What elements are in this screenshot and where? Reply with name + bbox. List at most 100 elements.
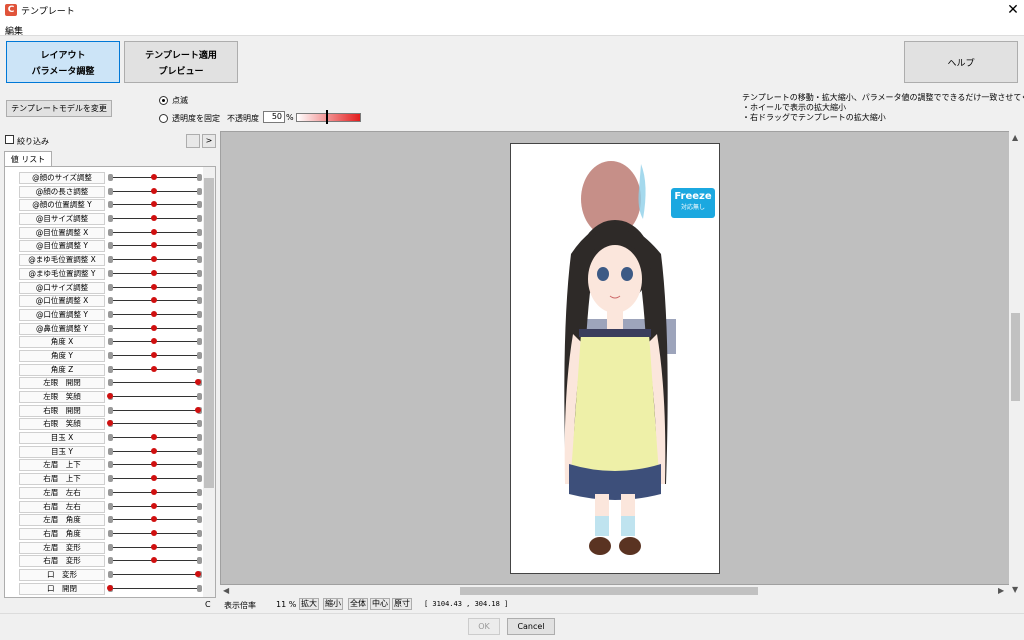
parameter-slider-knob[interactable] bbox=[151, 502, 157, 509]
parameter-name: @顔の位置調整 Y bbox=[19, 199, 105, 212]
scroll-left-icon[interactable]: ◀ bbox=[223, 586, 229, 595]
slider-min-marker bbox=[108, 502, 113, 510]
list-scrollbar-thumb[interactable] bbox=[204, 178, 214, 488]
blink-radio[interactable] bbox=[159, 96, 168, 105]
parameter-slider-track[interactable] bbox=[110, 423, 200, 425]
parameter-slider-knob[interactable] bbox=[151, 365, 157, 372]
template-preview-button[interactable]: テンプレート適用 プレビュー bbox=[124, 41, 238, 83]
slider-min-marker bbox=[108, 406, 113, 414]
zoom-out-button[interactable]: 縮小 bbox=[323, 598, 343, 610]
layout-param-button[interactable]: レイアウト パラメータ調整 bbox=[6, 41, 120, 83]
parameter-slider-knob[interactable] bbox=[151, 516, 157, 523]
parameter-slider-track[interactable] bbox=[110, 409, 200, 411]
parameter-slider-knob[interactable] bbox=[151, 434, 157, 441]
parameter-slider-knob[interactable] bbox=[151, 461, 157, 468]
parameter-slider-knob[interactable] bbox=[151, 557, 157, 564]
menu-edit[interactable]: 編集 bbox=[5, 24, 23, 37]
blink-option[interactable]: 点滅 bbox=[159, 95, 188, 106]
parameter-name: 目玉 X bbox=[19, 432, 105, 445]
zoom-in-button[interactable]: 拡大 bbox=[299, 598, 319, 610]
ok-button[interactable]: OK bbox=[468, 618, 500, 635]
horizontal-scrollbar-thumb[interactable] bbox=[460, 587, 758, 595]
slider-min-marker bbox=[108, 187, 113, 195]
parameter-slider-knob[interactable] bbox=[151, 351, 157, 358]
close-button[interactable]: ✕ bbox=[1004, 1, 1022, 19]
parameter-name: @口位置調整 X bbox=[19, 295, 105, 308]
parameter-row: @目位置調整 Y bbox=[5, 239, 203, 253]
parameter-slider-knob[interactable] bbox=[151, 228, 157, 235]
zoom-value: 11 % bbox=[276, 600, 297, 609]
parameter-slider-track[interactable] bbox=[110, 382, 200, 384]
slider-min-marker bbox=[108, 215, 113, 223]
parameter-slider-track[interactable] bbox=[110, 396, 200, 397]
filter-next-button[interactable]: > bbox=[202, 134, 216, 148]
parameter-slider-knob[interactable] bbox=[151, 269, 157, 276]
parameter-slider-knob[interactable] bbox=[151, 215, 157, 222]
help-button[interactable]: ヘルプ bbox=[904, 41, 1018, 83]
parameter-slider-knob[interactable] bbox=[151, 174, 157, 180]
opacity-slider-thumb[interactable] bbox=[326, 110, 328, 124]
parameter-slider-knob[interactable] bbox=[151, 338, 157, 345]
blink-label: 点滅 bbox=[172, 96, 188, 105]
parameter-name: 左眼 開閉 bbox=[19, 377, 105, 390]
parameter-slider-knob[interactable] bbox=[107, 584, 113, 591]
scroll-right-icon[interactable]: ▶ bbox=[998, 586, 1004, 595]
opacity-input[interactable]: 50 bbox=[263, 111, 285, 123]
instruction-line: テンプレートの移動・拡大縮小、パラメータ値の調整でできるだけ一致させてください。 bbox=[742, 93, 1024, 102]
fixed-opacity-radio[interactable] bbox=[159, 114, 168, 123]
parameter-name: 角度 Y bbox=[19, 349, 105, 362]
parameter-slider-knob[interactable] bbox=[151, 283, 157, 290]
parameter-slider-knob[interactable] bbox=[107, 393, 113, 399]
parameter-slider-knob[interactable] bbox=[151, 543, 157, 550]
slider-max-marker bbox=[197, 187, 202, 195]
parameter-slider-knob[interactable] bbox=[151, 475, 157, 482]
instruction-line: ・右ドラッグでテンプレートの拡大縮小 bbox=[742, 113, 886, 122]
parameter-slider-knob[interactable] bbox=[151, 201, 157, 208]
parameter-slider-knob[interactable] bbox=[151, 310, 157, 317]
parameter-slider-knob[interactable] bbox=[151, 488, 157, 495]
parameter-row: 口 開閉 bbox=[5, 582, 203, 596]
slider-min-marker bbox=[108, 351, 113, 359]
parameter-row: 目玉 Y bbox=[5, 445, 203, 459]
parameter-slider-knob[interactable] bbox=[151, 447, 157, 454]
fixed-opacity-option[interactable]: 透明度を固定 bbox=[159, 113, 220, 124]
parameter-slider-knob[interactable] bbox=[151, 242, 157, 249]
parameter-slider-knob[interactable] bbox=[151, 529, 157, 536]
vertical-scrollbar-thumb[interactable] bbox=[1011, 313, 1020, 401]
parameter-slider-knob[interactable] bbox=[151, 324, 157, 331]
parameter-row: @口位置調整 X bbox=[5, 294, 203, 308]
parameter-slider-knob[interactable] bbox=[151, 187, 157, 194]
filter-checkbox[interactable] bbox=[5, 135, 14, 144]
fit-all-button[interactable]: 全体 bbox=[348, 598, 368, 610]
slider-min-marker bbox=[108, 324, 113, 332]
parameter-name: @目位置調整 Y bbox=[19, 240, 105, 253]
parameter-row: @口位置調整 Y bbox=[5, 308, 203, 322]
tab-value-list[interactable]: 値 リスト bbox=[4, 151, 52, 167]
parameter-name: 口 変形 bbox=[19, 568, 105, 581]
parameter-name: 目玉 Y bbox=[19, 445, 105, 458]
parameter-slider-knob[interactable] bbox=[195, 570, 201, 577]
preview-label: プレビュー bbox=[158, 66, 204, 77]
change-model-button[interactable]: テンプレートモデルを変更 bbox=[6, 100, 112, 117]
freeze-badge: Freeze 対応無し bbox=[671, 188, 715, 218]
freeze-title: Freeze bbox=[674, 191, 712, 202]
parameter-slider-knob[interactable] bbox=[151, 297, 157, 304]
parameter-slider-track[interactable] bbox=[110, 587, 200, 589]
cancel-button[interactable]: Cancel bbox=[507, 618, 555, 635]
scroll-up-icon[interactable]: ▲ bbox=[1012, 133, 1018, 142]
actual-size-button[interactable]: 原寸 bbox=[392, 598, 412, 610]
slider-min-marker bbox=[108, 242, 113, 250]
center-button[interactable]: 中心 bbox=[370, 598, 390, 610]
scroll-down-icon[interactable]: ▼ bbox=[1012, 585, 1018, 594]
parameter-row: @顔の長さ調整 bbox=[5, 185, 203, 199]
parameter-name: 左眉 変形 bbox=[19, 541, 105, 554]
filter-option-button[interactable] bbox=[186, 134, 200, 148]
slider-min-marker bbox=[108, 228, 113, 236]
parameter-slider-knob[interactable] bbox=[151, 256, 157, 263]
instruction-line: ・ホイールで表示の拡大縮小 bbox=[742, 103, 846, 112]
opacity-slider[interactable] bbox=[296, 113, 361, 122]
opacity-label: 不透明度 bbox=[227, 114, 259, 123]
parameter-slider-track[interactable] bbox=[110, 573, 200, 575]
slider-min-marker bbox=[108, 475, 113, 483]
parameter-slider-knob[interactable] bbox=[195, 406, 201, 413]
